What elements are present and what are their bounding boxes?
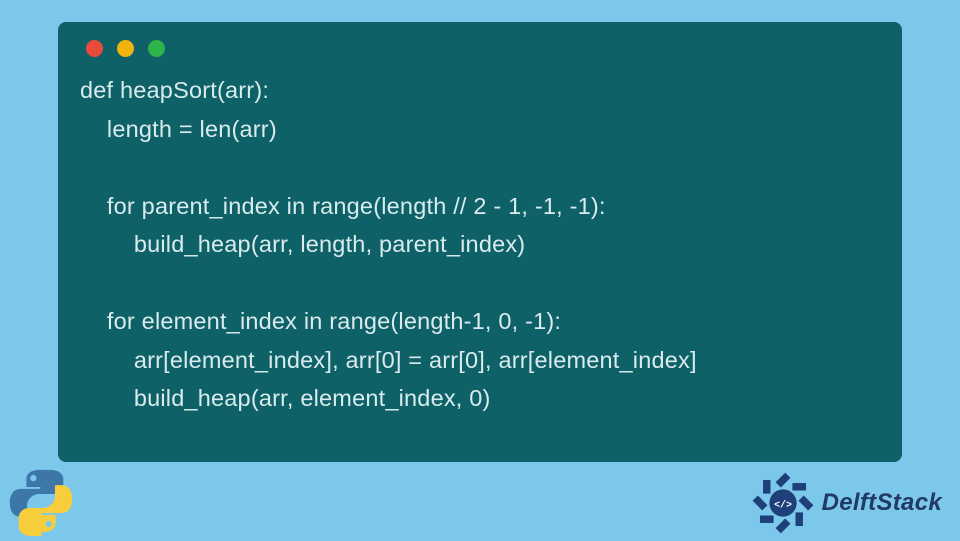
code-block: def heapSort(arr): length = len(arr) for… — [80, 71, 880, 418]
code-line: build_heap(arr, length, parent_index) — [80, 231, 525, 257]
python-logo-icon — [6, 466, 76, 536]
minimize-icon — [117, 40, 134, 57]
maximize-icon — [148, 40, 165, 57]
delftstack-emblem-icon: </> — [752, 472, 814, 534]
code-line: length = len(arr) — [80, 116, 277, 142]
code-line: arr[element_index], arr[0] = arr[0], arr… — [80, 347, 697, 373]
site-branding: </> DelftStack — [752, 472, 942, 534]
code-line: build_heap(arr, element_index, 0) — [80, 385, 491, 411]
close-icon — [86, 40, 103, 57]
svg-text:</>: </> — [774, 499, 792, 510]
code-window: def heapSort(arr): length = len(arr) for… — [58, 22, 902, 462]
site-name: DelftStack — [822, 489, 942, 517]
code-line: def heapSort(arr): — [80, 77, 269, 103]
code-line: for parent_index in range(length // 2 - … — [80, 193, 606, 219]
window-traffic-lights — [80, 40, 880, 57]
code-line: for element_index in range(length-1, 0, … — [80, 308, 561, 334]
